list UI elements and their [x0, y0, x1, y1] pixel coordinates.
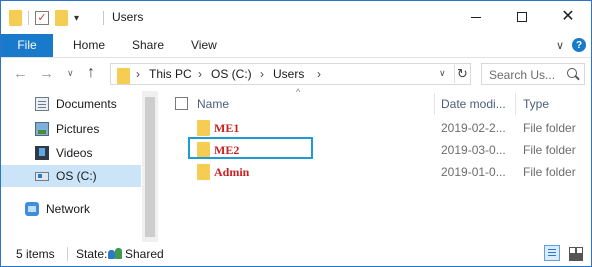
sidebar-item-os-drive[interactable]: OS (C:) [1, 165, 141, 187]
sidebar-item-documents[interactable]: Documents [1, 93, 141, 115]
close-button[interactable]: ✕ [545, 1, 591, 33]
sidebar-item-label: Network [46, 202, 91, 216]
breadcrumb-separator[interactable]: › [136, 67, 140, 81]
file-type: File folder [523, 165, 576, 179]
column-header-date-modified[interactable]: Date modi... [441, 97, 506, 111]
file-name: Admin [214, 165, 250, 179]
table-row[interactable]: Admin 2019-01-0... File folder [159, 161, 591, 183]
refresh-icon[interactable]: ↻ [454, 65, 470, 83]
address-bar[interactable]: › This PC › OS (C:) › Users › ∨ ↻ [110, 63, 471, 85]
file-name: ME1 [214, 121, 240, 135]
network-icon [25, 202, 39, 216]
column-divider[interactable] [434, 93, 435, 115]
up-arrow-icon[interactable]: ↑ [87, 65, 95, 81]
table-row[interactable]: ME2 2019-03-0... File folder [159, 139, 591, 161]
customize-toolbar-icon[interactable]: ▾ [74, 13, 79, 24]
documents-icon [35, 97, 49, 111]
toolbar-divider [28, 11, 29, 25]
quick-access-toolbar: ✓ ▾ [9, 9, 79, 27]
window-title: Users [112, 10, 144, 24]
scrollbar-thumb[interactable] [145, 97, 155, 237]
minimize-icon [471, 16, 481, 18]
sidebar-item-pictures[interactable]: Pictures [1, 118, 141, 140]
search-placeholder: Search Us... [489, 68, 556, 82]
status-bar: 5 items State: Shared [1, 242, 591, 266]
sidebar-item-label: OS (C:) [56, 169, 97, 183]
search-icon[interactable] [567, 68, 577, 78]
search-box[interactable]: Search Us... [481, 63, 585, 85]
breadcrumb-separator[interactable]: › [198, 67, 202, 81]
column-header-name[interactable]: Name [197, 97, 229, 111]
details-view-icon[interactable] [544, 245, 560, 261]
sidebar-item-label: Documents [56, 97, 117, 111]
date-modified: 2019-02-2... [441, 121, 506, 135]
date-modified: 2019-01-0... [441, 165, 506, 179]
breadcrumb-separator[interactable]: › [317, 67, 321, 81]
address-dropdown-icon[interactable]: ∨ [439, 68, 446, 79]
back-arrow-icon[interactable]: ← [13, 66, 28, 82]
sort-ascending-icon: ^ [296, 87, 301, 97]
breadcrumb-users[interactable]: Users [273, 67, 304, 81]
column-header-type[interactable]: Type [523, 97, 549, 111]
select-all-checkbox[interactable] [175, 97, 188, 110]
tab-file[interactable]: File [1, 34, 53, 57]
state-label: State: [76, 247, 108, 261]
sidebar-item-label: Pictures [56, 122, 100, 136]
pictures-icon [35, 122, 49, 136]
minimize-button[interactable] [453, 1, 499, 33]
title-bar: ✓ ▾ Users ✕ [1, 1, 591, 34]
forward-arrow-icon[interactable]: → [39, 66, 54, 82]
breadcrumb-os-drive[interactable]: OS (C:) [211, 67, 252, 81]
status-divider [67, 247, 68, 261]
breadcrumb-this-pc[interactable]: This PC [149, 67, 192, 81]
folder-icon[interactable] [9, 10, 22, 26]
sidebar-scrollbar[interactable] [142, 91, 158, 242]
navigation-pane: Documents Pictures Videos OS (C:) Networ… [1, 91, 158, 242]
file-explorer-window: ✓ ▾ Users ✕ File Home Share View ∨ ? ← →… [0, 0, 592, 267]
item-count: 5 items [16, 247, 55, 261]
maximize-icon [517, 12, 527, 22]
column-divider[interactable] [515, 93, 516, 115]
recent-locations-icon[interactable]: ∨ [67, 68, 74, 79]
help-icon[interactable]: ? [572, 38, 586, 52]
ribbon-tabs: File Home Share View ∨ ? [1, 34, 591, 58]
tab-view[interactable]: View [191, 34, 217, 57]
close-icon: ✕ [561, 8, 575, 25]
drive-icon [35, 172, 49, 181]
videos-icon [35, 146, 49, 160]
breadcrumb-separator[interactable]: › [260, 67, 264, 81]
folder-icon [197, 142, 210, 158]
sidebar-item-videos[interactable]: Videos [1, 142, 141, 164]
folder-icon [197, 164, 210, 180]
folder-icon [117, 68, 130, 84]
tab-home[interactable]: Home [73, 34, 105, 57]
new-folder-icon[interactable] [55, 10, 68, 26]
title-divider [103, 11, 104, 25]
properties-icon[interactable]: ✓ [35, 11, 49, 25]
file-list: ^ Name Date modi... Type ME1 2019-02-2..… [159, 87, 591, 242]
maximize-button[interactable] [499, 1, 545, 33]
date-modified: 2019-03-0... [441, 143, 506, 157]
expand-ribbon-icon[interactable]: ∨ [553, 38, 567, 52]
state-value: Shared [125, 247, 164, 261]
sidebar-item-network[interactable]: Network [1, 198, 141, 220]
file-type: File folder [523, 143, 576, 157]
file-type: File folder [523, 121, 576, 135]
folder-icon [197, 120, 210, 136]
file-name: ME2 [214, 143, 240, 157]
sidebar-item-label: Videos [56, 146, 93, 160]
table-row[interactable]: ME1 2019-02-2... File folder [159, 117, 591, 139]
large-icons-view-icon[interactable] [567, 245, 583, 261]
shared-users-icon [107, 247, 123, 261]
tab-share[interactable]: Share [132, 34, 164, 57]
